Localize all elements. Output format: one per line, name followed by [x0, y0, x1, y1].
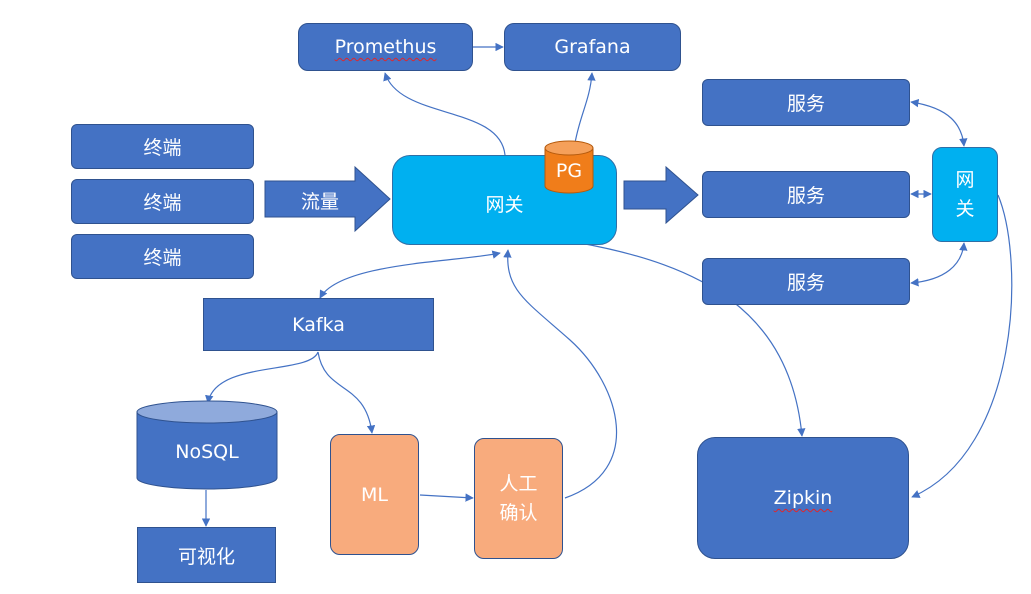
- connector-service3-sidegateway: [910, 242, 968, 287]
- connector-kafka-ml: [317, 351, 376, 434]
- grafana-label: Grafana: [554, 36, 631, 58]
- gateway-side-label-1: 网: [955, 169, 975, 191]
- prometheus-label: Promethus: [334, 36, 437, 58]
- service-box-3: 服务: [702, 258, 910, 305]
- gateway-side-label-2: 关: [955, 197, 975, 220]
- terminal-box-3: 终端: [71, 234, 254, 279]
- kafka-label: Kafka: [292, 313, 345, 336]
- kafka-box: Kafka: [203, 298, 434, 351]
- visualization-label: 可视化: [177, 545, 235, 568]
- grafana-box: Grafana: [504, 23, 681, 71]
- prometheus-box: Promethus: [298, 23, 473, 71]
- service-label-3: 服务: [786, 272, 825, 294]
- ml-box: ML: [330, 434, 419, 555]
- terminal-label-2: 终端: [143, 192, 182, 214]
- nosql-label: NoSQL: [175, 441, 239, 463]
- terminal-box-2: 终端: [71, 179, 254, 224]
- connector-ml-manual: [419, 493, 474, 502]
- zipkin-box: Zipkin: [697, 437, 909, 559]
- manual-confirm-label-2: 确认: [499, 501, 538, 524]
- connector-gateway-kafka: [319, 250, 501, 299]
- service-box-1: 服务: [702, 79, 910, 126]
- service-label-2: 服务: [786, 185, 825, 207]
- terminal-label-1: 终端: [143, 137, 182, 159]
- visualization-box: 可视化: [137, 527, 276, 583]
- connector-gateway-grafana: [574, 72, 596, 144]
- pg-label: PG: [555, 160, 583, 182]
- gateway-side-box: 网 关: [932, 147, 998, 242]
- ml-label: ML: [361, 483, 388, 506]
- manual-confirm-label-1: 人工: [499, 473, 538, 495]
- connector-service1-sidegateway: [910, 99, 968, 147]
- traffic-label: 流量: [300, 191, 339, 213]
- terminal-box-1: 终端: [71, 124, 254, 169]
- terminal-label-3: 终端: [143, 247, 182, 269]
- connector-gateway-prometheus: [383, 72, 506, 156]
- gateway-main-label: 网关: [485, 193, 524, 216]
- manual-confirm-box: 人工 确认: [474, 438, 563, 559]
- service-label-1: 服务: [786, 93, 825, 115]
- service-box-2: 服务: [702, 171, 910, 218]
- connector-kafka-nosql: [205, 351, 319, 404]
- zipkin-label: Zipkin: [773, 487, 833, 509]
